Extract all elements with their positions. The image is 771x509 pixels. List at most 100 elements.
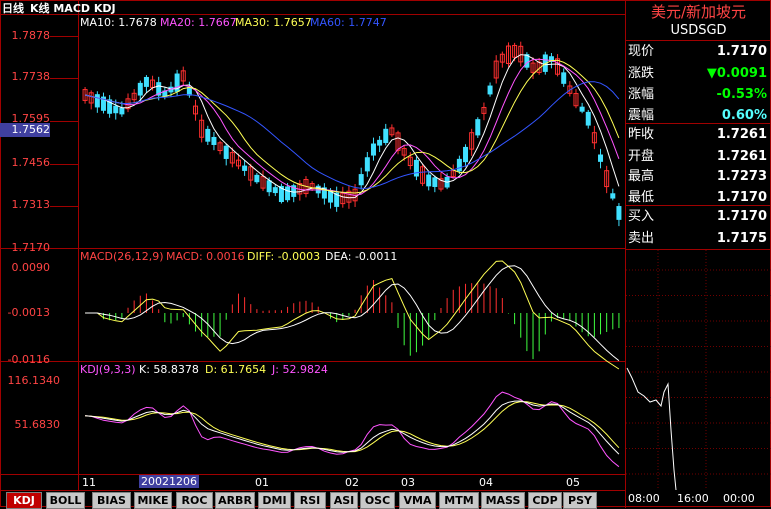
kdj-d-label: D: 61.7654 bbox=[205, 363, 267, 376]
time-tick: 01 bbox=[255, 476, 269, 489]
tab-asi[interactable]: ASI bbox=[330, 492, 358, 509]
quote-value: -0.53% bbox=[716, 87, 768, 102]
kdj-j-label: J: 52.9824 bbox=[272, 363, 328, 376]
quote-row-bid: 买入 1.7170 bbox=[626, 206, 771, 228]
macd-tick: -0.0013 bbox=[7, 306, 50, 319]
kdj-tick: 116.1340 bbox=[7, 374, 61, 387]
macd-title: MACD(26,12,9) bbox=[80, 250, 164, 263]
moving-average-line bbox=[84, 81, 620, 189]
kdj-title: KDJ(9,3,3) bbox=[80, 363, 136, 376]
quote-value: 1.7170 bbox=[716, 44, 767, 59]
quote-key: 涨幅 bbox=[628, 87, 655, 102]
quote-value: 1.7261 bbox=[716, 127, 767, 142]
quote-value: 1.7273 bbox=[716, 169, 767, 184]
ma30-label: MA30: 1.7657 bbox=[235, 16, 312, 29]
tab-psy[interactable]: PSY bbox=[563, 492, 597, 509]
candle-body bbox=[242, 165, 248, 171]
quote-row-ask: 卖出 1.7175 bbox=[626, 228, 771, 250]
macd-tick: -0.0116 bbox=[7, 353, 50, 366]
quote-key: 开盘 bbox=[628, 149, 655, 164]
candle-body bbox=[585, 111, 591, 126]
quote-row-last: 现价 1.7170 bbox=[626, 41, 771, 63]
candle-body bbox=[413, 159, 419, 177]
intraday-tick: 16:00 bbox=[677, 492, 709, 505]
moving-average-line bbox=[84, 58, 620, 197]
macd-tick: 0.0090 bbox=[11, 261, 51, 274]
kdj-k-label: K: 58.8378 bbox=[139, 363, 199, 376]
candle-body bbox=[266, 180, 272, 193]
quote-key: 最高 bbox=[628, 169, 655, 184]
tab-osc[interactable]: OSC bbox=[360, 492, 395, 509]
intraday-tick: 08:00 bbox=[628, 492, 660, 505]
tab-roc[interactable]: ROC bbox=[176, 492, 213, 509]
time-tick: 05 bbox=[566, 476, 580, 489]
candle-body bbox=[94, 94, 100, 108]
candle-body bbox=[205, 128, 211, 142]
tab-bias[interactable]: BIAS bbox=[92, 492, 131, 509]
quote-key: 卖出 bbox=[628, 231, 655, 246]
quote-key: 买入 bbox=[628, 209, 655, 224]
indicator-list-label: K线 MACD KDJ bbox=[30, 2, 116, 15]
candle-body bbox=[358, 174, 364, 186]
quote-key: 涨跌 bbox=[628, 66, 655, 81]
price-tick: 1.7456 bbox=[11, 156, 51, 169]
candle-body bbox=[383, 128, 389, 144]
candle-body bbox=[456, 158, 462, 172]
candle-body bbox=[254, 174, 260, 183]
symbol-code: USDSGD bbox=[670, 23, 727, 38]
tab-vma[interactable]: VMA bbox=[399, 492, 436, 509]
quote-value: 1.7170 bbox=[716, 209, 767, 224]
cursor-price-label: 1.7562 bbox=[0, 123, 50, 137]
tab-boll[interactable]: BOLL bbox=[46, 492, 85, 509]
ma60-label: MA60: 1.7747 bbox=[310, 16, 387, 29]
tab-arbr[interactable]: ARBR bbox=[215, 492, 255, 509]
quote-key: 昨收 bbox=[628, 127, 655, 142]
kdj-line bbox=[85, 400, 620, 455]
time-tick: 11 bbox=[82, 476, 96, 489]
tab-mike[interactable]: MIKE bbox=[134, 492, 172, 509]
candle-body bbox=[137, 82, 143, 96]
candle-body bbox=[119, 107, 125, 115]
tab-rsi[interactable]: RSI bbox=[294, 492, 326, 509]
candle-body bbox=[579, 106, 585, 112]
symbol-name: 美元/新加坡元 bbox=[650, 3, 747, 21]
quote-key: 现价 bbox=[628, 44, 655, 59]
intraday-tick: 00:00 bbox=[723, 492, 755, 505]
macd-diff-label: DIFF: -0.0003 bbox=[247, 250, 321, 263]
tab-kdj[interactable]: KDJ bbox=[6, 492, 42, 509]
quote-row-change: 涨跌 ▼0.0091 bbox=[626, 63, 771, 85]
quote-row-change-pct: 涨幅 -0.53% bbox=[626, 84, 771, 106]
candle-body bbox=[285, 186, 291, 201]
quote-value: ▼0.0091 bbox=[706, 66, 767, 81]
tab-dmi[interactable]: DMI bbox=[258, 492, 291, 509]
candle-body bbox=[475, 119, 481, 136]
candle-body bbox=[370, 143, 376, 156]
candle-body bbox=[186, 86, 192, 96]
candle-body bbox=[223, 145, 229, 159]
kdj-line bbox=[85, 391, 620, 468]
moving-average-line bbox=[84, 59, 620, 194]
kdj-tick: 51.6830 bbox=[14, 418, 61, 431]
intraday-price-line bbox=[626, 367, 677, 491]
quote-row-prev-close: 昨收 1.7261 bbox=[626, 124, 771, 146]
macd-dea-label: DEA: -0.0011 bbox=[325, 250, 398, 263]
candle-body bbox=[272, 187, 278, 194]
period-label[interactable]: 日线 bbox=[2, 2, 24, 15]
time-tick: 03 bbox=[401, 476, 415, 489]
candle-body bbox=[487, 85, 493, 95]
candle-body bbox=[598, 154, 604, 162]
tab-cdp[interactable]: CDP bbox=[528, 492, 562, 509]
price-tick: 1.7170 bbox=[11, 241, 51, 254]
quote-row-open: 开盘 1.7261 bbox=[626, 146, 771, 168]
tab-mtm[interactable]: MTM bbox=[439, 492, 479, 509]
quote-value: 1.7175 bbox=[716, 231, 767, 246]
ma20-label: MA20: 1.7667 bbox=[160, 16, 237, 29]
tab-mass[interactable]: MASS bbox=[481, 492, 525, 509]
candle-body bbox=[364, 157, 370, 172]
macd-value-label: MACD: 0.0016 bbox=[166, 250, 245, 263]
ma10-label: MA10: 1.7678 bbox=[80, 16, 157, 29]
candle-body bbox=[143, 76, 149, 87]
time-tick: 04 bbox=[479, 476, 493, 489]
time-tick: 02 bbox=[345, 476, 359, 489]
price-tick: 1.7313 bbox=[11, 198, 51, 211]
